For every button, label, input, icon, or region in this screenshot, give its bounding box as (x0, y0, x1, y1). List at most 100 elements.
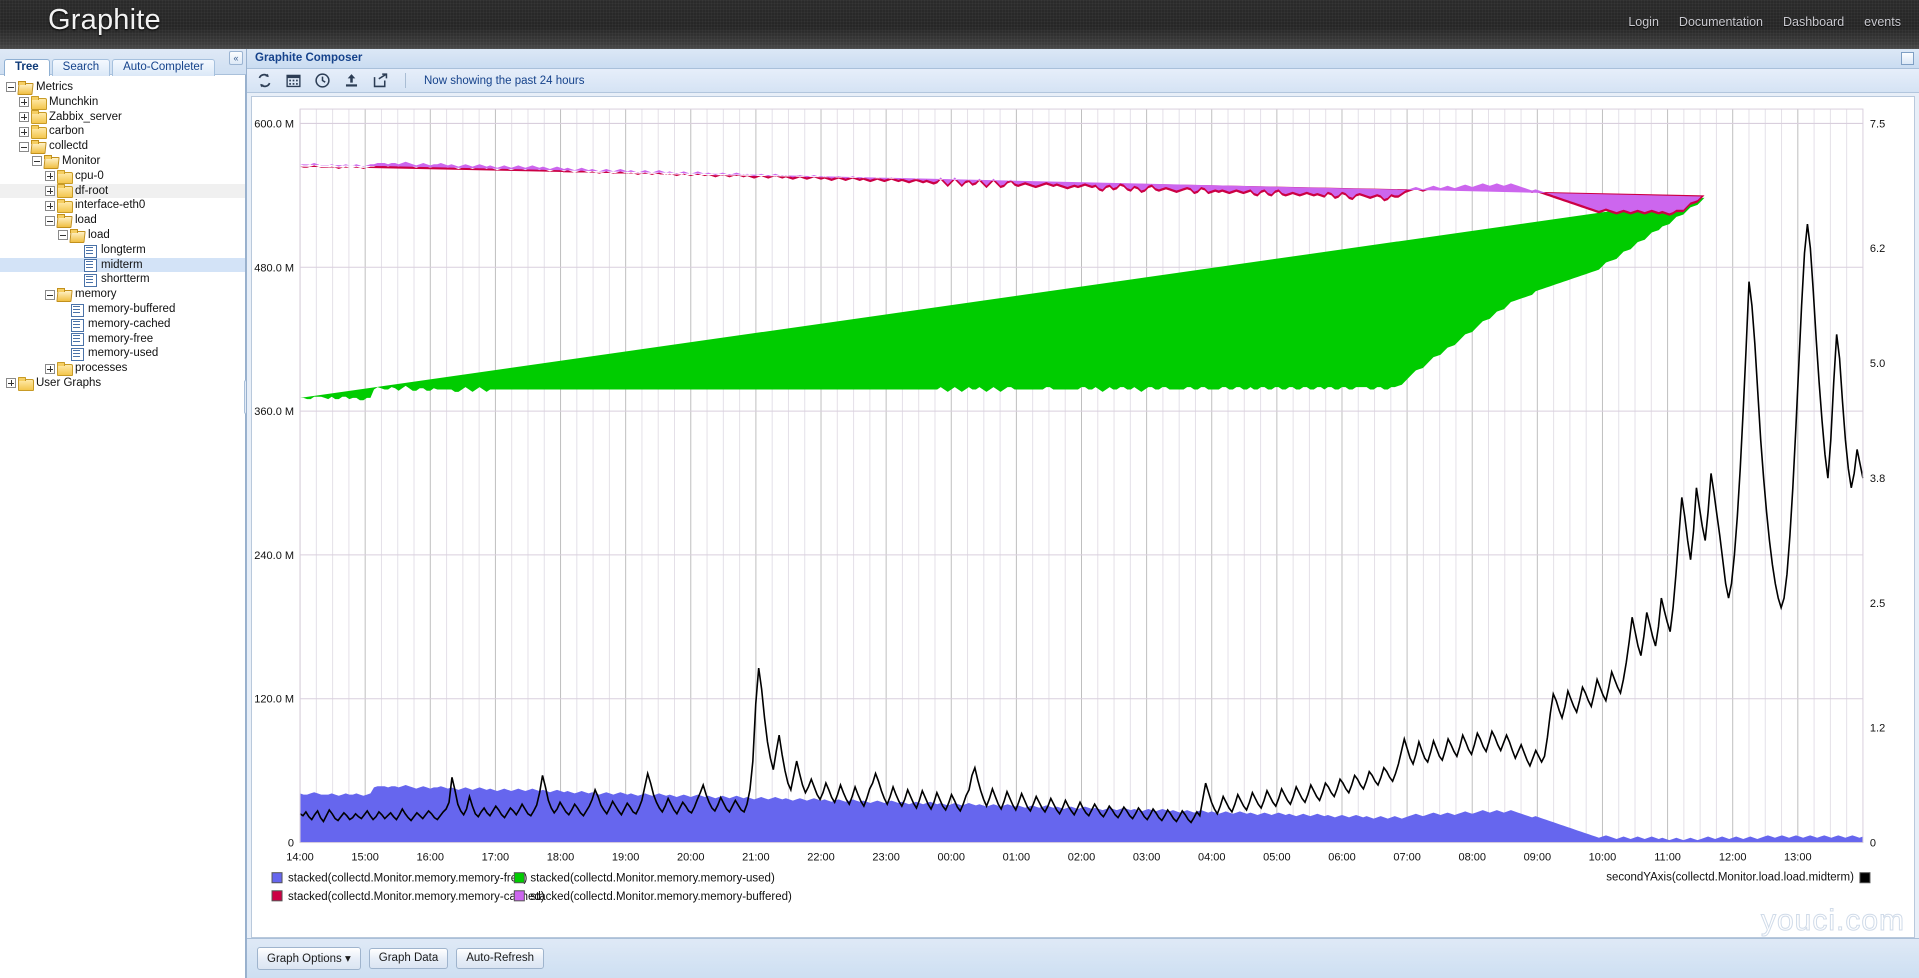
tree-node-munchkin[interactable]: Munchkin (0, 95, 245, 110)
graph-options-label: Graph Options (267, 953, 342, 965)
toolbar-divider (405, 73, 406, 88)
left-axis-tick: 120.0 M (254, 694, 294, 706)
tree-node-label: memory-used (88, 347, 159, 360)
x-axis-tick: 13:00 (1784, 852, 1812, 864)
metric-leaf-icon (70, 347, 85, 362)
x-axis-tick: 20:00 (677, 852, 705, 864)
tree-node-zabbix-server[interactable]: Zabbix_server (0, 110, 245, 125)
top-header: Graphite Login Documentation Dashboard e… (0, 0, 1919, 49)
metrics-tree[interactable]: Metrics Munchkin Zabbix_servercarbon collec… (0, 76, 245, 978)
x-axis-tick: 07:00 (1393, 852, 1421, 864)
graph-data-button[interactable]: Graph Data (368, 948, 449, 969)
tree-node-metrics[interactable]: Metrics (0, 80, 245, 95)
collapse-icon[interactable] (45, 289, 55, 300)
tab-search[interactable]: Search (51, 59, 111, 76)
tree-node-label: load (75, 214, 97, 227)
tree-node-label: Zabbix_server (49, 110, 122, 123)
folder-open-icon (44, 154, 59, 168)
clock-icon[interactable] (314, 72, 331, 89)
tree-node-load[interactable]: load (0, 213, 245, 228)
expand-icon[interactable] (19, 126, 29, 137)
collapse-icon[interactable] (6, 82, 16, 93)
legend-swatch (1859, 872, 1871, 884)
tree-node-label: processes (75, 362, 128, 375)
tab-tree[interactable]: Tree (4, 59, 50, 76)
tree-node-cpu-0[interactable]: cpu-0 (0, 169, 245, 184)
legend-label: secondYAxis(collectd.Monitor.load.load.m… (1606, 872, 1854, 884)
left-axis-tick: 600.0 M (254, 118, 294, 130)
auto-refresh-button[interactable]: Auto-Refresh (456, 948, 544, 969)
expand-icon[interactable] (19, 111, 29, 122)
collapse-icon[interactable] (58, 230, 68, 241)
tree-node-label: memory-free (88, 332, 154, 345)
x-axis-tick: 19:00 (612, 852, 640, 864)
metric-leaf-icon (83, 273, 98, 288)
legend-label: stacked(collectd.Monitor.memory.memory-f… (288, 873, 527, 885)
right-axis-tick: 1.2 (1870, 722, 1885, 734)
tree-node-df-root[interactable]: df-root (0, 183, 245, 199)
folder-open-icon (70, 228, 85, 242)
nav-events[interactable]: events (1864, 15, 1901, 29)
tree-node-label: df-root (75, 184, 109, 197)
right-axis-tick: 3.8 (1870, 473, 1885, 485)
expand-icon[interactable] (45, 171, 55, 182)
tree-node-collectd[interactable]: collectd (0, 139, 245, 154)
nav-login[interactable]: Login (1628, 15, 1659, 29)
left-axis-tick: 360.0 M (254, 406, 294, 418)
save-icon[interactable] (343, 72, 360, 89)
tree-node-label: load (88, 228, 110, 241)
tree-node-label: shortterm (101, 273, 150, 286)
nav-dashboard[interactable]: Dashboard (1783, 15, 1844, 29)
tree-node-monitor[interactable]: Monitor (0, 154, 245, 169)
tree-node-label: collectd (49, 140, 88, 153)
tree-node-shortterm[interactable]: shortterm (0, 272, 245, 288)
composer-bottom-bar: Graph Options ▾ Graph Data Auto-Refresh (247, 938, 1919, 978)
tree-node-memory-used[interactable]: memory-used (0, 346, 245, 362)
collapse-panel-icon[interactable]: « (229, 51, 243, 65)
graph-svg[interactable]: 0 120.0 M 240.0 M 360.0 M 480.0 M 600.0 M 0 1.2… (252, 97, 1914, 937)
collapse-icon[interactable] (32, 156, 42, 167)
legend-swatch (271, 890, 283, 902)
tree-panel-header: Tree Search Auto-Completer « (0, 49, 246, 76)
nav-documentation[interactable]: Documentation (1679, 15, 1763, 29)
calendar-icon[interactable] (285, 72, 302, 89)
tree-node-memory-free[interactable]: memory-free (0, 332, 245, 347)
x-axis-tick: 23:00 (872, 852, 900, 864)
x-axis-tick: 15:00 (351, 852, 379, 864)
tree-node-midterm[interactable]: midterm (0, 257, 245, 273)
tree-node-label: Monitor (62, 154, 101, 167)
x-axis-tick: 22:00 (807, 852, 835, 864)
expand-icon[interactable] (45, 185, 55, 196)
share-icon[interactable] (372, 72, 389, 89)
right-axis-tick: 0 (1870, 838, 1876, 850)
tab-auto-completer[interactable]: Auto-Completer (112, 59, 215, 76)
chevron-down-icon: ▾ (345, 953, 351, 965)
legend-label: stacked(collectd.Monitor.memory.memory-u… (530, 873, 775, 885)
folder-icon (57, 362, 73, 377)
expand-icon[interactable] (19, 97, 29, 108)
tree-node-processes[interactable]: processes (0, 361, 245, 377)
graph-options-button[interactable]: Graph Options ▾ (257, 947, 361, 970)
collapse-icon[interactable] (45, 215, 55, 226)
x-axis-tick: 16:00 (417, 852, 445, 864)
expand-icon[interactable] (45, 363, 55, 374)
expand-icon[interactable] (6, 378, 16, 389)
tree-node-memory[interactable]: memory (0, 287, 245, 302)
expand-icon[interactable] (45, 200, 55, 211)
metric-leaf-icon (70, 303, 85, 317)
tree-node-carbon[interactable]: carbon (0, 124, 245, 140)
graph-canvas[interactable]: 0 120.0 M 240.0 M 360.0 M 480.0 M 600.0 M 0 1.2… (251, 96, 1915, 938)
tree-node-load[interactable]: load (0, 228, 245, 243)
tree-node-interface-eth0[interactable]: interface-eth0 (0, 198, 245, 214)
tree-node-longterm[interactable]: longterm (0, 243, 245, 258)
tree-node-label: carbon (49, 125, 85, 138)
refresh-icon[interactable] (256, 72, 273, 89)
tree-node-memory-buffered[interactable]: memory-buffered (0, 302, 245, 317)
tree-node-memory-cached[interactable]: memory-cached (0, 317, 245, 332)
restore-window-icon[interactable] (1901, 52, 1914, 65)
collapse-icon[interactable] (19, 141, 29, 152)
tree-node-user-graphs[interactable]: User Graphs (0, 376, 245, 391)
